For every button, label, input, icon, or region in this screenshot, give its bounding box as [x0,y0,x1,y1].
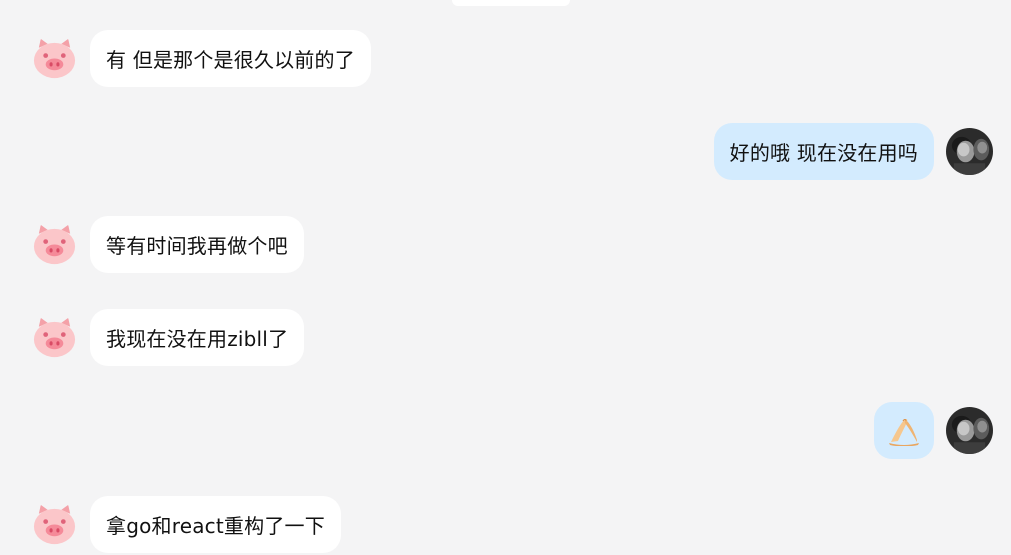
message-bubble[interactable]: 等有时间我再做个吧 [90,216,304,273]
message-bubble[interactable]: 我现在没在用zibll了 [90,309,305,366]
message-bubble[interactable]: 好的哦 现在没在用吗 [713,123,934,180]
pig-avatar-icon[interactable] [31,35,78,82]
pig-avatar-icon[interactable] [31,221,78,268]
message-row: 拿go和react重构了一下 [31,496,341,553]
message-row: 我现在没在用zibll了 [31,309,305,366]
message-row: 有 但是那个是很久以前的了 [31,30,371,87]
message-row: 好的哦 现在没在用吗 [713,123,993,180]
drag-handle[interactable] [452,0,570,6]
message-bubble[interactable]: 拿go和react重构了一下 [90,496,341,553]
message-row: 等有时间我再做个吧 [31,216,304,273]
pig-avatar-icon[interactable] [31,501,78,548]
sticker-bubble[interactable] [874,402,934,459]
message-row [874,402,993,459]
pinched-fingers-emoji [889,418,919,446]
user-photo-avatar[interactable] [946,128,993,175]
chat-thread[interactable]: 有 但是那个是很久以前的了 好的哦 现在没在用吗 等有时间我再做个吧 我现在没在… [0,0,1011,555]
message-bubble[interactable]: 有 但是那个是很久以前的了 [90,30,371,87]
pig-avatar-icon[interactable] [31,314,78,361]
user-photo-avatar[interactable] [946,407,993,454]
